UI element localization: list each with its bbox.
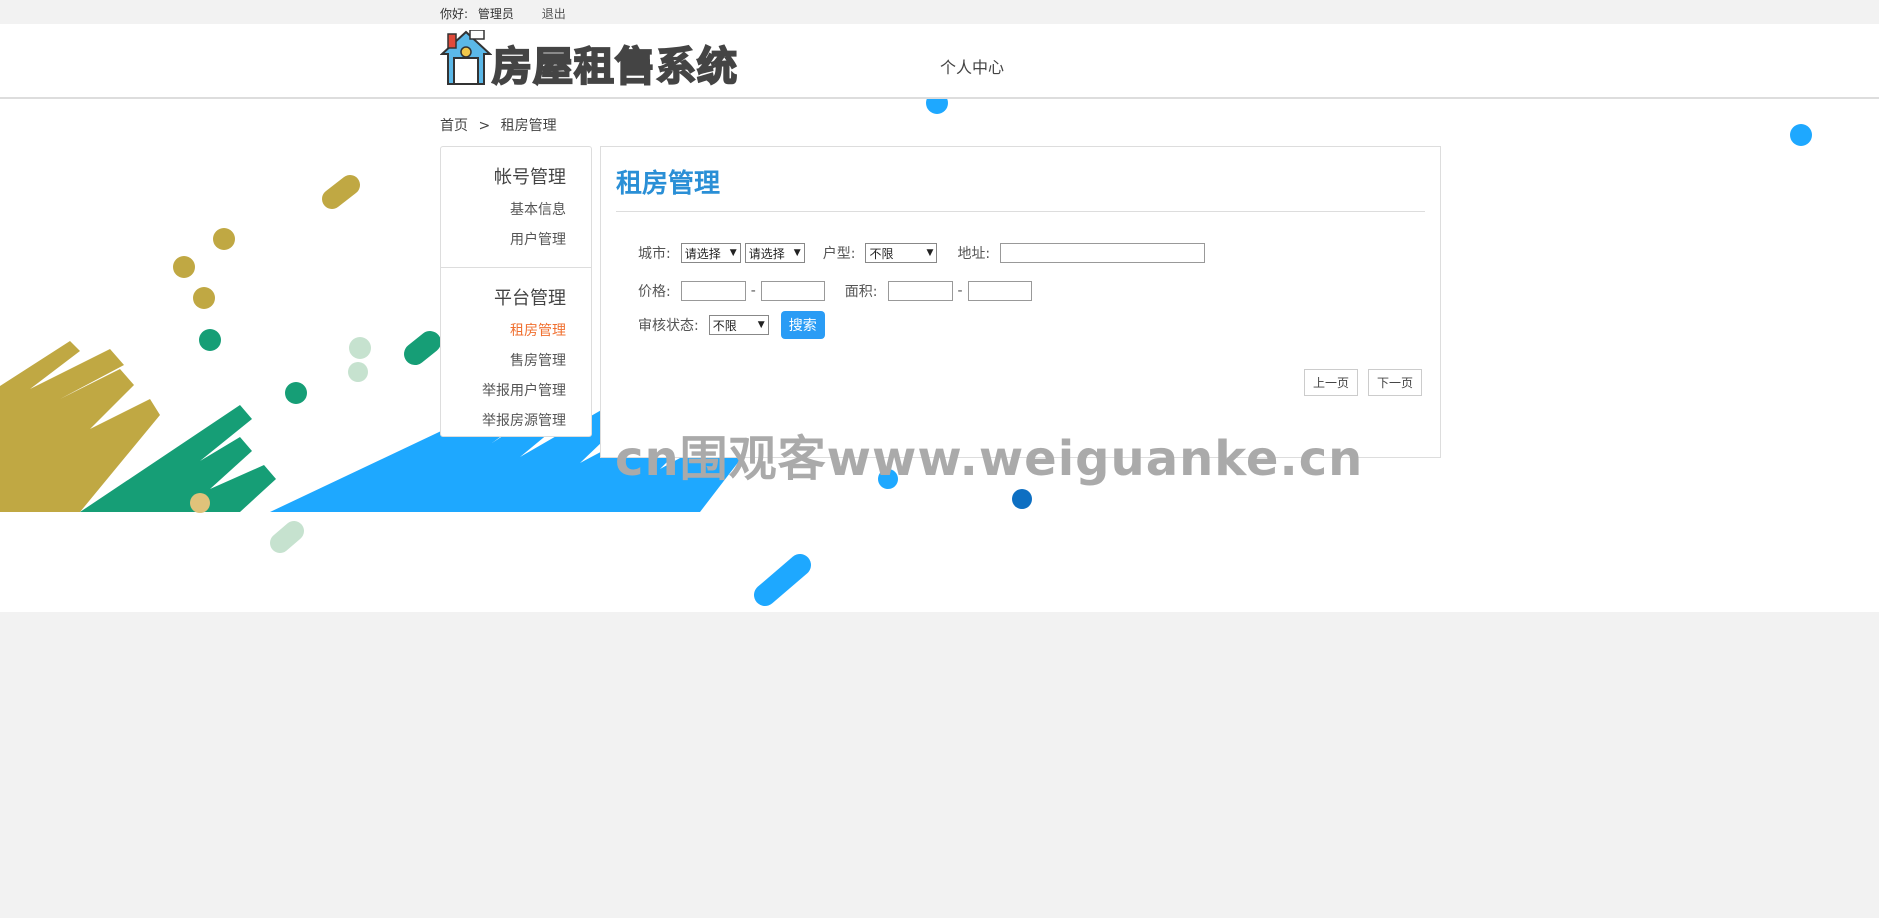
sidebar-group-platform: 平台管理 租房管理 售房管理 举报用户管理 举报房源管理 xyxy=(441,284,591,436)
sidebar-item-sale-management[interactable]: 售房管理 xyxy=(441,346,566,376)
price-max-input[interactable] xyxy=(760,281,825,301)
title-divider xyxy=(616,211,1425,212)
chevron-down-icon: ▼ xyxy=(793,248,801,258)
watermark: cn围观客www.weiguanke.cn xyxy=(615,431,1364,487)
audit-status-select[interactable]: 不限 ▼ xyxy=(708,315,769,335)
price-label: 价格: xyxy=(638,284,671,300)
city-select-province-value: 请选择 xyxy=(684,246,721,261)
sidebar-group-title-platform: 平台管理 xyxy=(494,288,566,309)
sidebar-item-report-listing[interactable]: 举报房源管理 xyxy=(441,406,566,436)
chevron-down-icon: ▼ xyxy=(757,320,765,330)
username: 管理员 xyxy=(477,7,514,21)
page-title: 租房管理 xyxy=(616,169,721,199)
house-type-value: 不限 xyxy=(869,246,894,261)
area-min-input[interactable] xyxy=(887,281,953,301)
sidebar: 帐号管理 基本信息 用户管理 平台管理 租房管理 售房管理 举报用户管理 举报房… xyxy=(440,146,592,437)
logo-text: 房屋租售系统 xyxy=(491,43,738,91)
header: 房屋租售系统 个人中心 xyxy=(0,24,1879,99)
prev-page-button[interactable]: 上一页 xyxy=(1303,369,1358,396)
city-select-province[interactable]: 请选择 ▼ xyxy=(680,243,741,263)
pagination: 上一页 下一页 xyxy=(1303,369,1422,396)
chevron-down-icon: ▼ xyxy=(926,248,934,258)
sidebar-group-account: 帐号管理 基本信息 用户管理 xyxy=(441,163,591,255)
city-label: 城市: xyxy=(638,246,671,262)
sidebar-item-user-management[interactable]: 用户管理 xyxy=(441,225,566,255)
price-range-dash: - xyxy=(750,283,756,299)
filter-row-1: 城市: 请选择 ▼ 请选择 ▼ 户型: 不限 ▼ 地址: xyxy=(638,243,1206,263)
address-input[interactable] xyxy=(1000,243,1206,263)
address-label: 地址: xyxy=(957,246,991,262)
breadcrumb-separator: > xyxy=(478,118,491,134)
main-panel: 租房管理 城市: 请选择 ▼ 请选择 ▼ 户型: 不限 ▼ 地址: 价格: - xyxy=(600,146,1441,458)
content-area: 首页 > 租房管理 帐号管理 基本信息 用户管理 平台管理 租房管理 售房管理 … xyxy=(0,99,1879,612)
logout-link[interactable]: 退出 xyxy=(542,7,566,21)
sidebar-item-rent-management[interactable]: 租房管理 xyxy=(441,316,566,346)
sidebar-item-report-user[interactable]: 举报用户管理 xyxy=(441,376,566,406)
top-bar: 你好: 管理员 退出 xyxy=(0,0,1879,24)
search-button[interactable]: 搜索 xyxy=(780,311,825,339)
sidebar-divider xyxy=(441,267,591,268)
nav-personal-center[interactable]: 个人中心 xyxy=(940,54,1004,78)
next-page-button[interactable]: 下一页 xyxy=(1367,369,1422,396)
filter-row-3: 审核状态: 不限 ▼ 搜索 xyxy=(638,311,825,339)
sidebar-group-title-account: 帐号管理 xyxy=(494,167,566,188)
greeting-label: 你好: xyxy=(440,7,469,21)
area-max-input[interactable] xyxy=(967,281,1032,301)
house-logo-icon xyxy=(440,30,492,85)
city-select-city-value: 请选择 xyxy=(748,246,785,261)
filter-row-2: 价格: - 面积: - xyxy=(638,281,1032,301)
chevron-down-icon: ▼ xyxy=(729,248,737,258)
price-min-input[interactable] xyxy=(680,281,746,301)
audit-status-value: 不限 xyxy=(712,318,737,333)
breadcrumb-home[interactable]: 首页 xyxy=(440,118,468,134)
breadcrumb-current: 租房管理 xyxy=(500,118,557,134)
house-type-label: 户型: xyxy=(822,246,856,262)
breadcrumb: 首页 > 租房管理 xyxy=(440,115,563,135)
logo[interactable]: 房屋租售系统 xyxy=(440,28,745,91)
area-label: 面积: xyxy=(844,284,878,300)
area-range-dash: - xyxy=(957,283,963,299)
sidebar-item-basic-info[interactable]: 基本信息 xyxy=(441,195,566,225)
house-type-select[interactable]: 不限 ▼ xyxy=(865,243,938,263)
city-select-city[interactable]: 请选择 ▼ xyxy=(744,243,805,263)
audit-status-label: 审核状态: xyxy=(638,318,699,334)
